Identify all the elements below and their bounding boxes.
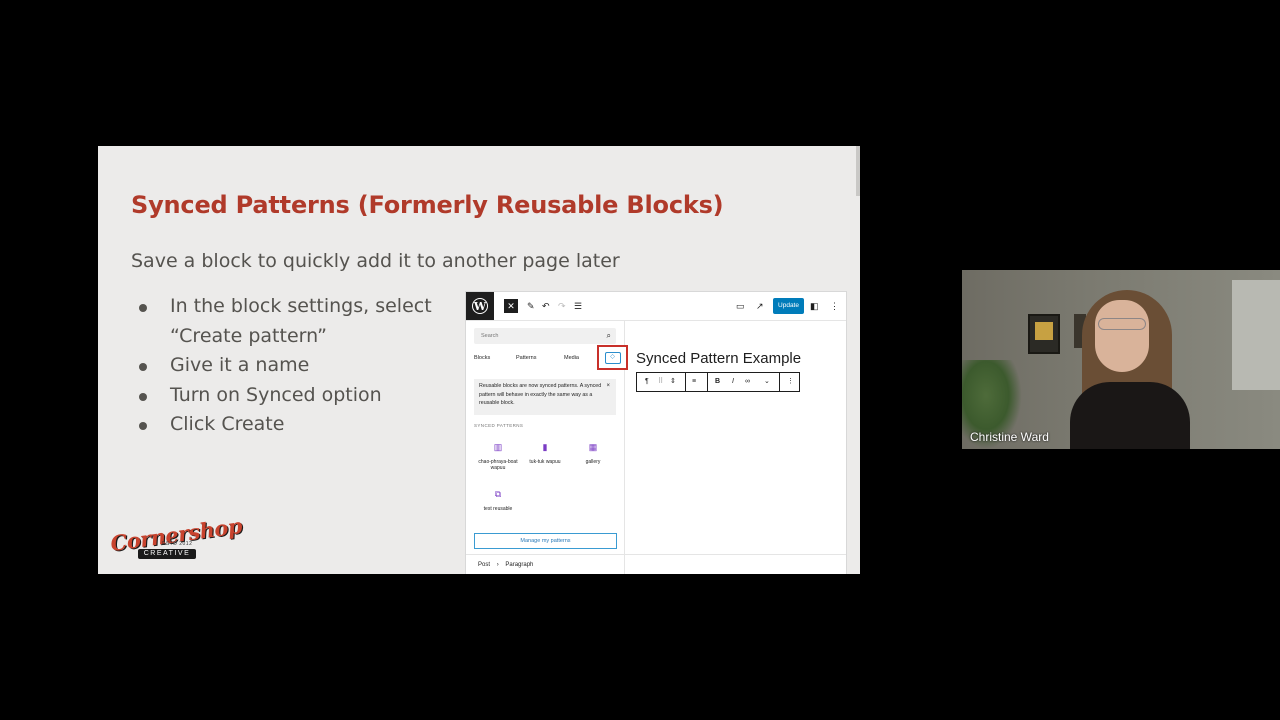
slide-scrollbar[interactable] bbox=[856, 146, 860, 196]
tab-media[interactable]: Media bbox=[564, 355, 579, 361]
close-inserter-icon[interactable]: ✕ bbox=[504, 299, 518, 313]
manage-patterns-button[interactable]: Manage my patterns bbox=[474, 533, 617, 549]
pattern-item[interactable]: ⧉ test reusable bbox=[478, 489, 518, 512]
video-window bbox=[1232, 280, 1280, 390]
presentation-slide: Synced Patterns (Formerly Reusable Block… bbox=[98, 146, 860, 574]
video-person-glasses bbox=[1098, 318, 1146, 330]
pattern-label: gallery bbox=[585, 459, 601, 465]
cornershop-logo: Cornershop ESTD 2012 CREATIVE bbox=[109, 513, 243, 562]
participant-name: Christine Ward bbox=[970, 430, 1049, 444]
editor-toolbar: W ✕ ✎ ↶ ↷ ☰ ▭ ↗ Update ◧ ⋮ bbox=[466, 292, 846, 321]
search-icon: ⌕ bbox=[606, 331, 611, 340]
video-person-face bbox=[1095, 300, 1149, 372]
notice-text: Reusable blocks are now synced patterns.… bbox=[479, 383, 602, 406]
logo-est: ESTD 2012 bbox=[162, 541, 193, 547]
italic-icon[interactable]: I bbox=[732, 377, 734, 387]
pattern-label: test reusable bbox=[483, 506, 513, 512]
wordpress-editor-screenshot: W ✕ ✎ ↶ ↷ ☰ ▭ ↗ Update ◧ ⋮ Search ⌕ Bloc… bbox=[466, 292, 846, 574]
breadcrumb-post[interactable]: Post bbox=[478, 562, 490, 568]
bullet-item: In the block settings, select “Create pa… bbox=[138, 292, 490, 351]
paragraph-icon[interactable]: ¶ bbox=[645, 377, 649, 387]
external-view-icon[interactable]: ↗ bbox=[756, 300, 764, 312]
move-up-down-icon[interactable]: ⇕ bbox=[670, 377, 676, 387]
slide-subtitle: Save a block to quickly add it to anothe… bbox=[131, 250, 620, 272]
breadcrumb: Post › Paragraph bbox=[466, 554, 846, 574]
bookmark-icon: ▮ bbox=[542, 442, 548, 452]
tab-patterns[interactable]: Patterns bbox=[516, 355, 536, 361]
post-title[interactable]: Synced Pattern Example bbox=[636, 350, 801, 367]
pattern-item[interactable]: ▦ gallery bbox=[573, 442, 613, 465]
pattern-block-icon: ▥ bbox=[493, 442, 503, 452]
slide-bullet-list: In the block settings, select “Create pa… bbox=[138, 292, 490, 440]
pattern-label: chao-phraya-boat wapuu bbox=[478, 459, 518, 471]
wordpress-logo-icon[interactable]: W bbox=[466, 292, 494, 320]
undo-icon[interactable]: ↶ bbox=[542, 300, 550, 312]
video-wall-picture bbox=[1028, 314, 1060, 354]
chevron-right-icon: › bbox=[496, 562, 499, 568]
block-toolbar: ¶ ⠿ ⇕ ≡ B I ∞ ⌄ ⋮ bbox=[636, 372, 800, 392]
breadcrumb-paragraph[interactable]: Paragraph bbox=[505, 562, 533, 568]
search-placeholder: Search bbox=[481, 333, 499, 339]
pattern-item[interactable]: ▮ tuk-tuk wapuu bbox=[525, 442, 565, 465]
synced-patterns-notice: Reusable blocks are now synced patterns.… bbox=[474, 379, 616, 415]
settings-panel-icon[interactable]: ◧ bbox=[810, 300, 819, 312]
chevron-down-icon[interactable]: ⌄ bbox=[764, 377, 770, 387]
redo-icon[interactable]: ↷ bbox=[558, 300, 566, 312]
notice-close-icon[interactable]: × bbox=[606, 382, 610, 391]
synced-patterns-tab[interactable]: ◇ bbox=[597, 345, 628, 370]
synced-patterns-heading: SYNCED PATTERNS bbox=[474, 423, 524, 428]
bullet-item: Turn on Synced option bbox=[138, 381, 490, 411]
video-person-body bbox=[1070, 382, 1190, 449]
synced-pattern-icon: ◇ bbox=[604, 351, 621, 364]
drag-handle-icon[interactable]: ⠿ bbox=[658, 377, 663, 387]
align-icon[interactable]: ≡ bbox=[692, 377, 696, 387]
link-icon[interactable]: ∞ bbox=[745, 377, 750, 387]
logo-creative: CREATIVE bbox=[138, 549, 196, 559]
update-button[interactable]: Update bbox=[773, 298, 804, 314]
bold-icon[interactable]: B bbox=[715, 377, 720, 387]
list-view-icon[interactable]: ☰ bbox=[574, 300, 582, 312]
reusable-block-icon: ⧉ bbox=[494, 489, 502, 499]
tab-blocks[interactable]: Blocks bbox=[474, 355, 490, 361]
bullet-item: Give it a name bbox=[138, 351, 490, 381]
desktop-preview-icon[interactable]: ▭ bbox=[736, 300, 745, 312]
more-options-icon[interactable]: ⋮ bbox=[787, 377, 794, 387]
gallery-icon: ▦ bbox=[588, 442, 598, 452]
bullet-item: Click Create bbox=[138, 410, 490, 440]
slide-title: Synced Patterns (Formerly Reusable Block… bbox=[131, 191, 724, 219]
more-options-icon[interactable]: ⋮ bbox=[830, 300, 839, 312]
pencil-tool-icon[interactable]: ✎ bbox=[527, 300, 535, 312]
participant-video-tile[interactable]: Christine Ward bbox=[962, 270, 1280, 449]
pattern-label: tuk-tuk wapuu bbox=[529, 459, 561, 465]
pattern-item[interactable]: ▥ chao-phraya-boat wapuu bbox=[478, 442, 518, 471]
search-input[interactable]: Search ⌕ bbox=[474, 328, 616, 344]
